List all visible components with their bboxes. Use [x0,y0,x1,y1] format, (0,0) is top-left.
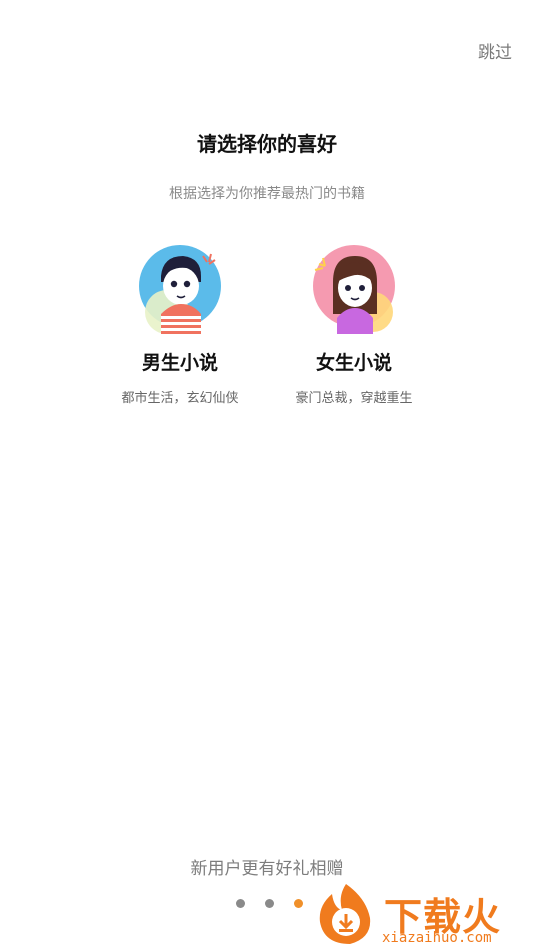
page-dot [265,899,274,908]
option-description: 豪门总裁，穿越重生 [295,391,413,406]
option-title: 男生小说 [141,352,218,374]
male-novel-option[interactable]: 男生小说 都市生活，玄幻仙侠 [95,242,265,406]
page-dot [236,899,245,908]
boy-avatar-icon [139,245,221,334]
watermark-url: xiazaihuo.com [382,930,492,946]
preference-screen: 跳过 请选择你的喜好 根据选择为你推荐最热门的书籍 男生小说 都市生活，玄幻仙侠 [0,0,534,949]
page-dot-active [294,899,303,908]
watermark: 下载火 xiazaihuo.com [312,880,534,949]
flame-logo-icon [319,884,371,944]
option-title: 女生小说 [315,352,392,374]
page-title: 请选择你的喜好 [197,132,337,156]
option-description: 都市生活，玄幻仙侠 [121,391,239,406]
female-novel-option[interactable]: 女生小说 豪门总裁，穿越重生 [269,242,439,406]
girl-avatar-icon [313,245,395,334]
page-subtitle: 根据选择为你推荐最热门的书籍 [169,186,365,202]
page-indicator [236,899,303,908]
skip-button[interactable]: 跳过 [478,38,512,63]
promo-text: 新用户更有好礼相赠 [190,859,344,879]
